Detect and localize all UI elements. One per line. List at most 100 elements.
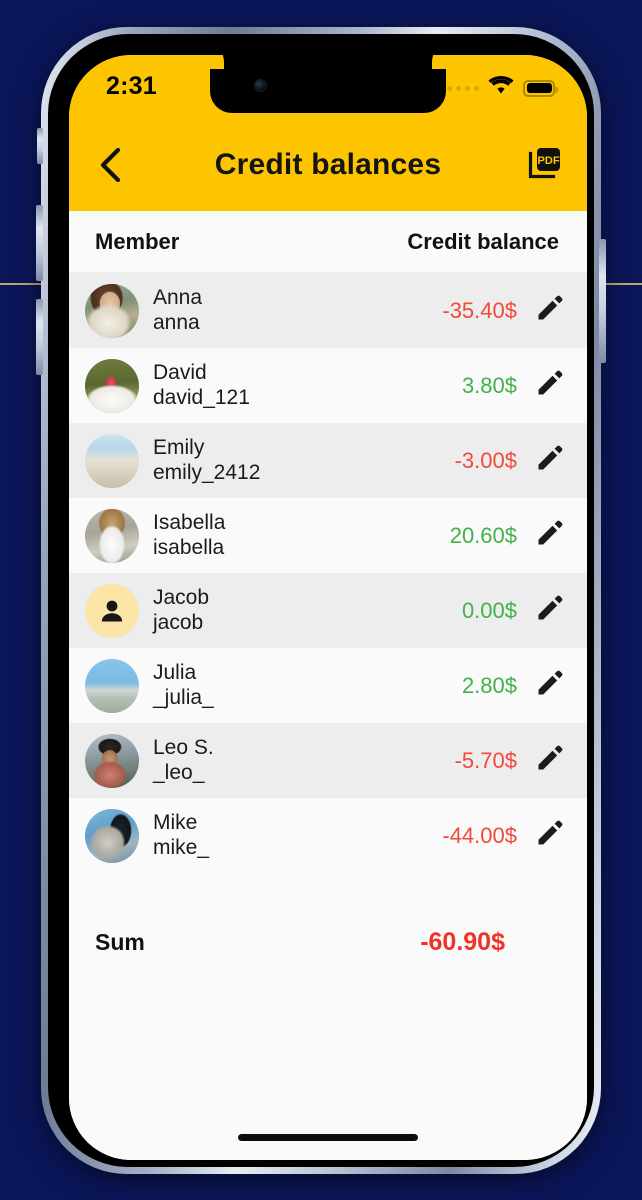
wifi-icon — [488, 76, 514, 100]
member-identity: Mike mike_ — [139, 811, 442, 860]
avatar-photo — [85, 358, 139, 413]
svg-text:PDF: PDF — [537, 155, 560, 167]
credit-balance-value: 3.80$ — [461, 372, 517, 398]
pencil-icon — [535, 818, 565, 853]
phone-bezel: 2:31 Credit balances PDF Member Credit b… — [48, 34, 594, 1167]
list-column-headers: Member Credit balance — [69, 211, 587, 273]
signal-dots-icon — [447, 85, 479, 91]
pencil-icon — [535, 293, 565, 328]
page-title: Credit balances — [214, 148, 442, 181]
avatar-photo — [85, 283, 139, 338]
member-name: Mike — [153, 811, 198, 835]
member-row[interactable]: Jacob jacob 0.00$ — [69, 573, 587, 648]
member-row[interactable]: Mike mike_ -44.00$ — [69, 798, 587, 873]
avatar — [85, 658, 139, 713]
edit-balance-button[interactable] — [533, 594, 567, 628]
chevron-left-icon — [99, 148, 121, 182]
avatar — [85, 433, 139, 488]
volume-up-button[interactable] — [36, 205, 43, 281]
member-username: david_121 — [153, 385, 250, 409]
member-name: Leo S. — [153, 736, 214, 760]
member-username: emily_2412 — [153, 460, 261, 484]
status-bar-clock: 2:31 — [106, 72, 157, 100]
avatar-placeholder — [85, 583, 139, 638]
pencil-icon — [535, 443, 565, 478]
avatar-photo — [85, 808, 139, 863]
member-identity: Julia _julia_ — [139, 661, 462, 710]
member-list: Anna anna -35.40$ David david_121 3.80$ Emily e… — [69, 273, 587, 873]
sum-value: -60.90$ — [420, 927, 505, 956]
member-username: jacob — [153, 610, 204, 634]
member-row[interactable]: Anna anna -35.40$ — [69, 273, 587, 348]
display-notch — [210, 55, 446, 113]
pencil-icon — [535, 743, 565, 778]
credit-balance-value: 0.00$ — [461, 597, 517, 623]
member-username: _julia_ — [153, 685, 214, 709]
credit-balance-value: -44.00$ — [442, 822, 517, 848]
avatar — [85, 733, 139, 788]
credit-balance-value: 2.80$ — [461, 672, 517, 698]
member-identity: Anna anna — [139, 286, 442, 335]
front-camera-icon — [255, 80, 266, 91]
export-pdf-button[interactable]: PDF — [523, 143, 567, 187]
phone-device-frame: 2:31 Credit balances PDF Member Credit b… — [36, 27, 606, 1174]
volume-down-button[interactable] — [36, 299, 43, 375]
credit-balance-value: -35.40$ — [442, 297, 517, 323]
pencil-icon — [535, 668, 565, 703]
mute-switch[interactable] — [37, 128, 43, 164]
back-button[interactable] — [87, 142, 133, 188]
home-indicator[interactable] — [238, 1134, 418, 1141]
status-bar-indicators — [447, 76, 558, 100]
sum-label: Sum — [95, 928, 145, 955]
pdf-export-icon: PDF — [527, 145, 563, 186]
avatar — [85, 283, 139, 338]
credit-balance-value: -3.00$ — [454, 447, 517, 473]
member-username: mike_ — [153, 835, 210, 859]
edit-balance-button[interactable] — [533, 519, 567, 553]
member-row[interactable]: Leo S. _leo_ -5.70$ — [69, 723, 587, 798]
avatar-photo — [85, 433, 139, 488]
avatar — [85, 508, 139, 563]
member-identity: Emily emily_2412 — [139, 436, 455, 485]
avatar — [85, 358, 139, 413]
member-name: Anna — [153, 286, 203, 310]
pencil-icon — [535, 368, 565, 403]
member-name: David — [153, 361, 207, 385]
avatar-photo — [85, 733, 139, 788]
member-name: Jacob — [153, 586, 210, 610]
pencil-icon — [535, 593, 565, 628]
battery-full-icon — [523, 79, 558, 97]
member-name: Emily — [153, 436, 205, 460]
member-identity: Isabella isabella — [139, 511, 450, 560]
avatar — [85, 808, 139, 863]
column-header-balance: Credit balance — [407, 228, 559, 254]
edit-balance-button[interactable] — [533, 369, 567, 403]
edit-balance-button[interactable] — [533, 819, 567, 853]
member-username: anna — [153, 310, 200, 334]
sum-row: Sum -60.90$ — [69, 899, 587, 985]
column-header-member: Member — [95, 228, 180, 254]
member-row[interactable]: Isabella isabella 20.60$ — [69, 498, 587, 573]
avatar-photo — [85, 658, 139, 713]
edit-balance-button[interactable] — [533, 669, 567, 703]
member-identity: Jacob jacob — [139, 586, 462, 635]
member-username: _leo_ — [153, 760, 205, 784]
credit-balance-value: 20.60$ — [449, 522, 517, 548]
member-identity: David david_121 — [139, 361, 462, 410]
member-identity: Leo S. _leo_ — [139, 736, 455, 785]
person-icon — [85, 583, 139, 638]
member-row[interactable]: David david_121 3.80$ — [69, 348, 587, 423]
credit-balances-content: Member Credit balance Anna anna -35.40$ Dav… — [69, 211, 587, 1160]
app-bar: Credit balances PDF — [69, 119, 587, 211]
pencil-icon — [535, 518, 565, 553]
edit-balance-button[interactable] — [533, 744, 567, 778]
member-username: isabella — [153, 535, 225, 559]
member-row[interactable]: Julia _julia_ 2.80$ — [69, 648, 587, 723]
member-name: Julia — [153, 661, 197, 685]
edit-balance-button[interactable] — [533, 294, 567, 328]
phone-screen: 2:31 Credit balances PDF Member Credit b… — [69, 55, 587, 1160]
edit-balance-button[interactable] — [533, 444, 567, 478]
member-row[interactable]: Emily emily_2412 -3.00$ — [69, 423, 587, 498]
power-button[interactable] — [599, 239, 606, 363]
avatar-photo — [85, 508, 139, 563]
